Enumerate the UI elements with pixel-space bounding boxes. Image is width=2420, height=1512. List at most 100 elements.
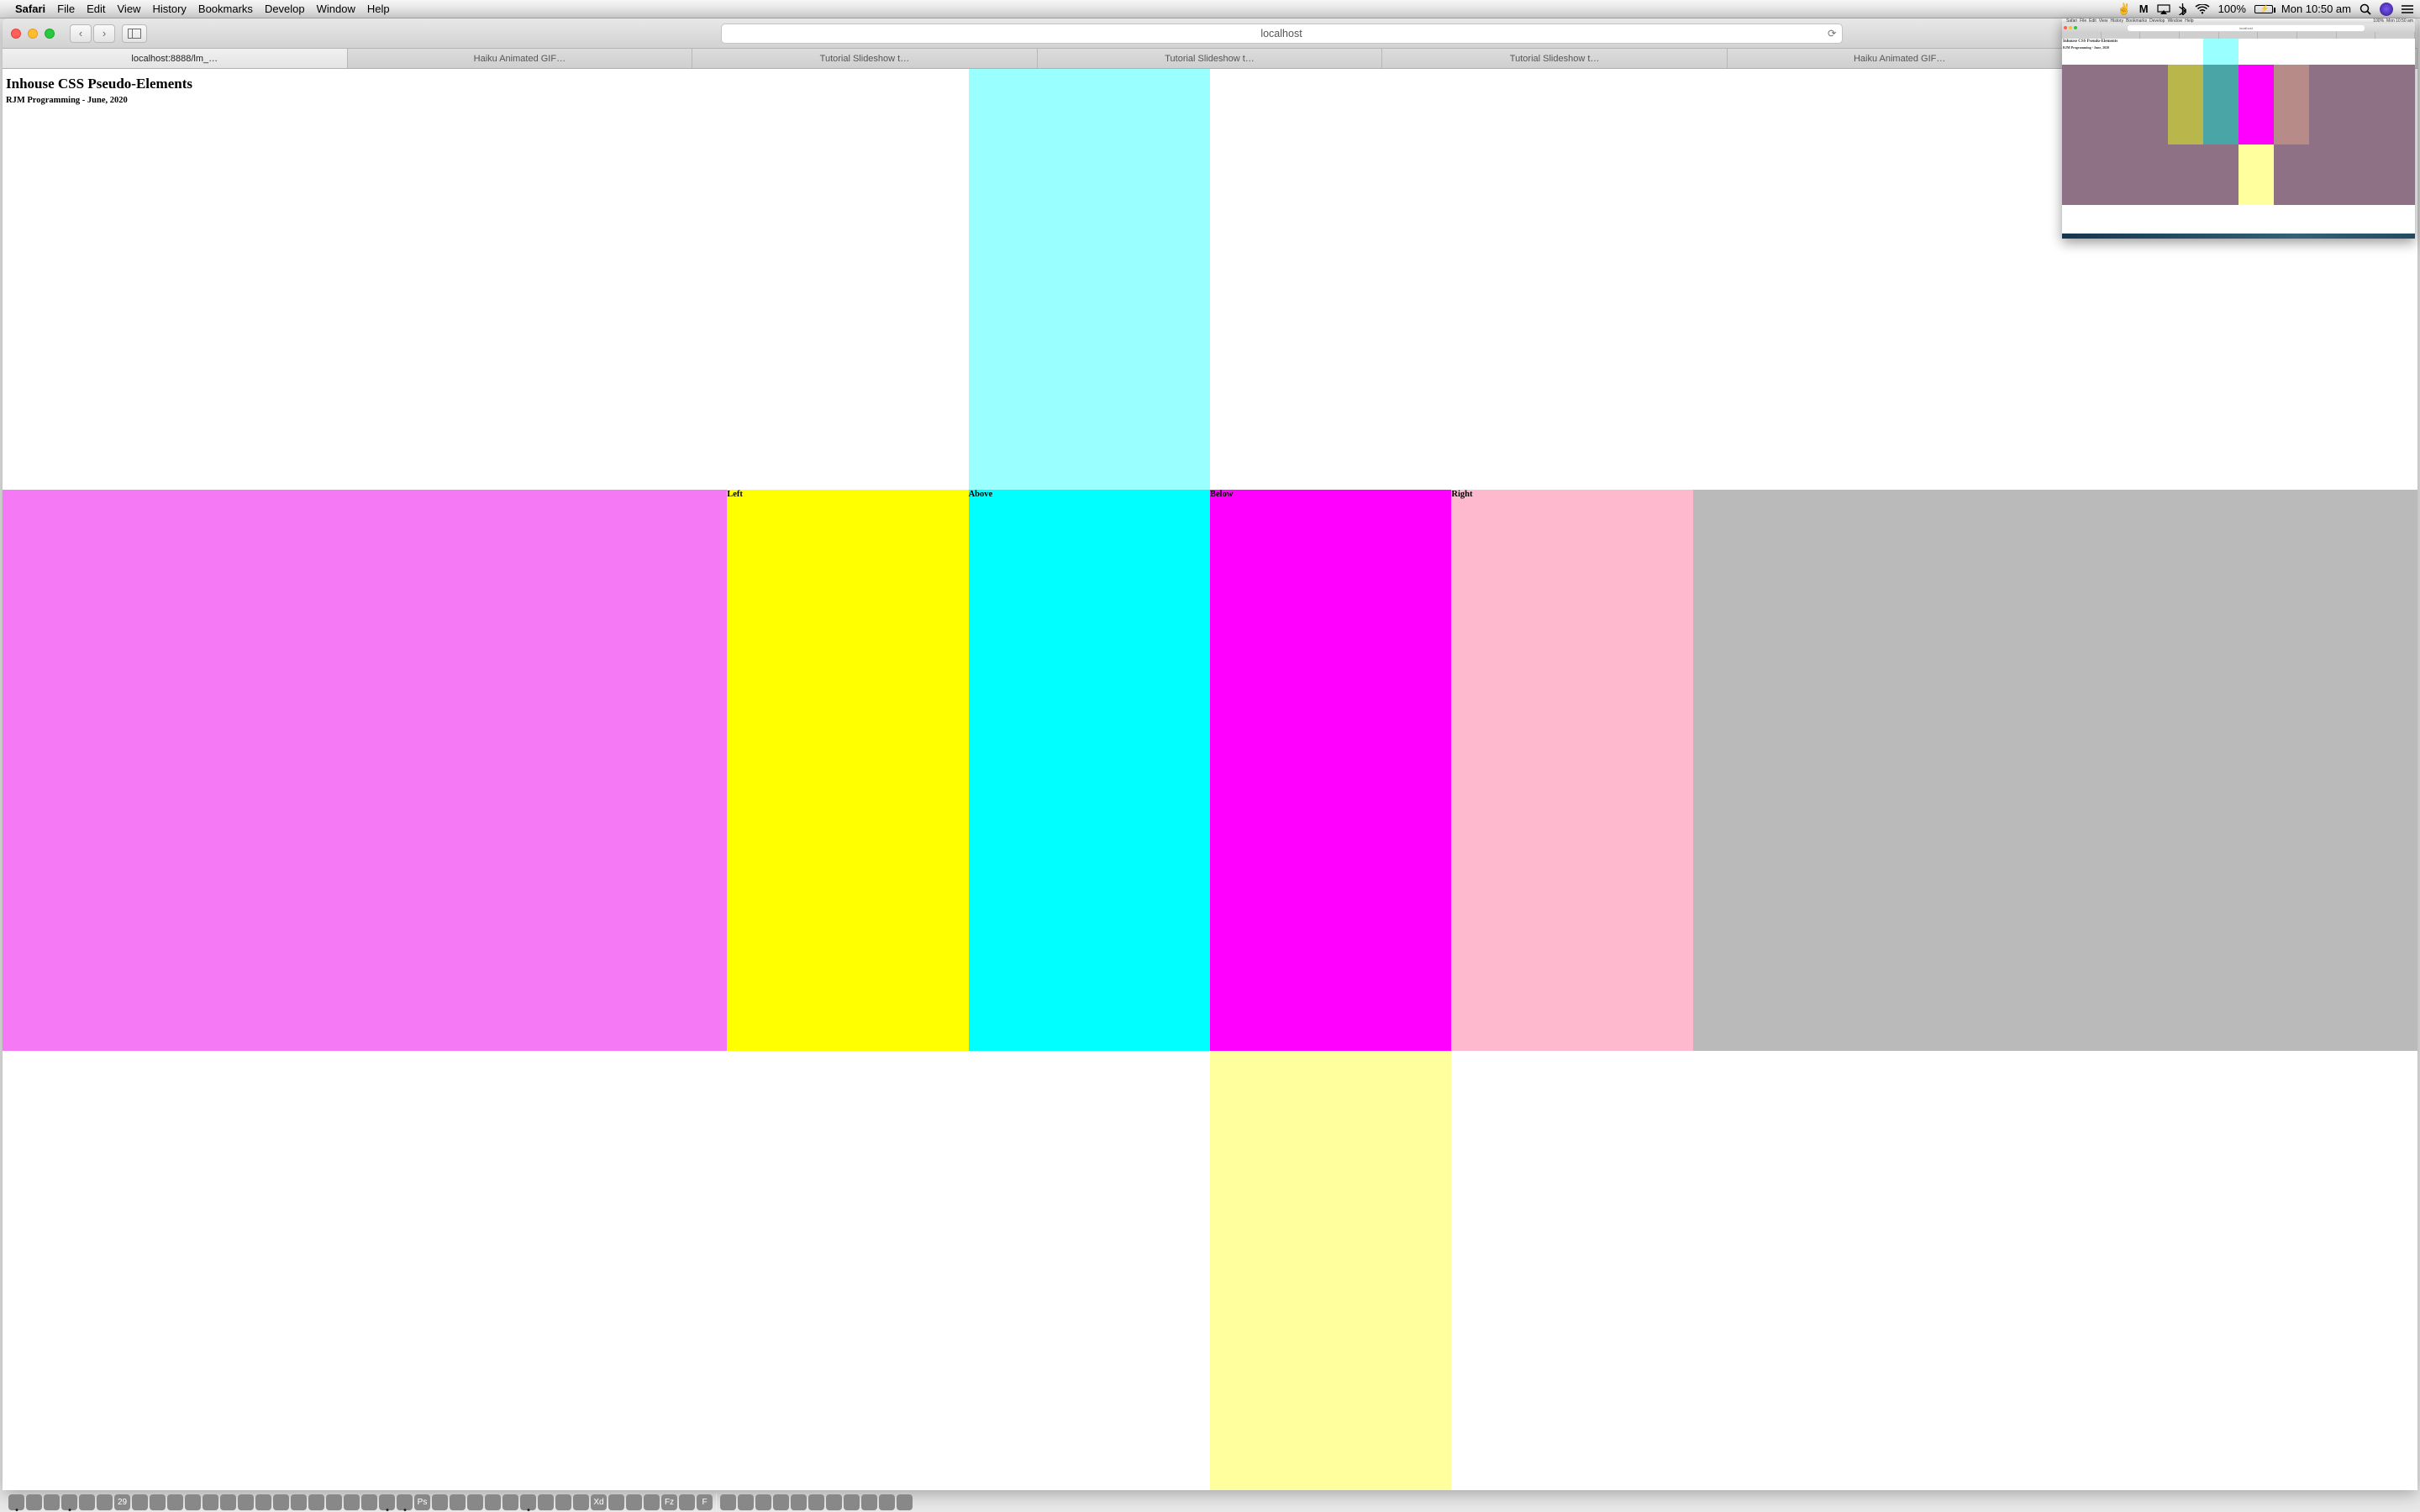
menu-edit[interactable]: Edit — [87, 3, 105, 15]
status-airplay-icon[interactable] — [2157, 4, 2170, 14]
dock-no-entry[interactable] — [291, 1494, 307, 1510]
overlay-page: Inhouse CSS Pseudo-Elements RJM Programm… — [2062, 39, 2415, 239]
dock-separator — [716, 1494, 717, 1510]
dock-app7[interactable] — [555, 1494, 571, 1510]
screen-mirror-overlay[interactable]: Safari File Edit View History Bookmarks … — [2062, 18, 2415, 239]
safari-toolbar: ‹ › localhost ⟳ — [3, 18, 2417, 49]
region-left — [727, 490, 968, 1051]
menu-file[interactable]: File — [57, 3, 75, 15]
dock-trash[interactable] — [897, 1494, 913, 1510]
dock-visual-studio[interactable] — [97, 1494, 113, 1510]
menu-history[interactable]: History — [152, 3, 186, 15]
dock-filezilla[interactable]: Fz — [661, 1494, 677, 1510]
dock-quicklook[interactable] — [720, 1494, 736, 1510]
page-subtitle: RJM Programming - June, 2020 — [3, 96, 2417, 112]
dock-appstore[interactable] — [326, 1494, 342, 1510]
overlay-tab-2 — [2140, 32, 2180, 39]
label-above: Above — [969, 490, 993, 499]
dock-app-r3[interactable] — [773, 1494, 789, 1510]
tab-1[interactable]: Haiku Animated GIF… — [348, 49, 693, 68]
status-clock[interactable]: Mon 10:50 am — [2281, 3, 2351, 15]
dock-paint[interactable] — [485, 1494, 501, 1510]
overlay-tab-4 — [2219, 32, 2259, 39]
dock-app10[interactable] — [626, 1494, 642, 1510]
url-bar[interactable]: localhost ⟳ — [721, 24, 1843, 44]
dock-messages[interactable] — [220, 1494, 236, 1510]
dock-maps[interactable] — [238, 1494, 254, 1510]
reload-icon[interactable]: ⟳ — [1828, 27, 1836, 39]
url-text: localhost — [1260, 28, 1302, 39]
menu-window[interactable]: Window — [317, 3, 355, 15]
sidebar-button[interactable] — [122, 24, 147, 43]
tab-0[interactable]: localhost:8888/lm_… — [3, 49, 348, 68]
dock-keynote[interactable] — [273, 1494, 289, 1510]
dock-app13[interactable]: F — [697, 1494, 713, 1510]
status-notifications-icon[interactable] — [2402, 4, 2413, 14]
mac-menubar: Safari File Edit View History Bookmarks … — [0, 0, 2420, 18]
overlay-tab-6 — [2297, 32, 2337, 39]
dock-calendar[interactable]: 29 — [114, 1494, 130, 1510]
status-siri-icon[interactable] — [2380, 3, 2393, 16]
dock-app-r5[interactable] — [808, 1494, 824, 1510]
dock-launchpad[interactable] — [44, 1494, 60, 1510]
menu-view[interactable]: View — [118, 3, 141, 15]
dock-app6[interactable] — [538, 1494, 554, 1510]
overlay-toolbar: localhost — [2062, 24, 2415, 32]
label-below: Below — [1210, 490, 1233, 499]
dock-skype[interactable] — [167, 1494, 183, 1510]
tab-3[interactable]: Tutorial Slideshow t… — [1038, 49, 1383, 68]
dock-opera[interactable] — [432, 1494, 448, 1510]
dock-app4[interactable] — [467, 1494, 483, 1510]
page-title: Inhouse CSS Pseudo-Elements — [3, 69, 2417, 96]
dock-app5[interactable] — [502, 1494, 518, 1510]
window-close-button[interactable] — [11, 29, 21, 39]
dock-app-r1[interactable] — [738, 1494, 754, 1510]
menu-develop[interactable]: Develop — [265, 3, 305, 15]
dock-notes[interactable] — [132, 1494, 148, 1510]
dock-app-r7[interactable] — [844, 1494, 860, 1510]
tab-2[interactable]: Tutorial Slideshow t… — [692, 49, 1038, 68]
menubar-appname[interactable]: Safari — [15, 3, 45, 15]
window-minimize-button[interactable] — [28, 29, 38, 39]
overlay-url: localhost — [2128, 25, 2365, 31]
dock-app1[interactable] — [344, 1494, 360, 1510]
dock-photoshop[interactable]: Ps — [414, 1494, 430, 1510]
status-spotlight-icon[interactable] — [2360, 3, 2371, 15]
dock-app11[interactable] — [644, 1494, 660, 1510]
dock-photos[interactable] — [185, 1494, 201, 1510]
dock-preview[interactable] — [79, 1494, 95, 1510]
dock-numbers[interactable] — [255, 1494, 271, 1510]
forward-button[interactable]: › — [93, 24, 115, 43]
overlay-tab-0 — [2062, 32, 2102, 39]
menu-help[interactable]: Help — [367, 3, 390, 15]
window-controls — [11, 29, 55, 39]
dock-app12[interactable] — [679, 1494, 695, 1510]
status-m-icon[interactable]: M — [2139, 3, 2149, 15]
tab-4[interactable]: Tutorial Slideshow t… — [1382, 49, 1728, 68]
status-peace-icon[interactable]: ✌ — [2118, 3, 2131, 16]
overlay-tab-8 — [2375, 32, 2415, 39]
safari-window: ‹ › localhost ⟳ localhost:8888/lm_…Haiku… — [3, 18, 2417, 1490]
status-wifi-icon[interactable] — [2195, 4, 2210, 14]
dock-app-r6[interactable] — [826, 1494, 842, 1510]
dock-app3[interactable] — [450, 1494, 466, 1510]
dock-app-r8[interactable] — [861, 1494, 877, 1510]
dock-iwork[interactable] — [203, 1494, 218, 1510]
dock-textedit[interactable] — [150, 1494, 166, 1510]
window-zoom-button[interactable] — [45, 29, 55, 39]
region-left-extend — [3, 490, 727, 1051]
dock-app8[interactable] — [573, 1494, 589, 1510]
back-button[interactable]: ‹ — [70, 24, 92, 43]
dock-app-r4[interactable] — [791, 1494, 807, 1510]
dock-app-r2[interactable] — [755, 1494, 771, 1510]
dock-app2[interactable] — [361, 1494, 377, 1510]
status-battery-icon[interactable]: ⚡ — [2254, 5, 2273, 13]
status-bluetooth-icon[interactable] — [2179, 3, 2186, 15]
dock-itunes[interactable] — [308, 1494, 324, 1510]
dock-app-r9[interactable] — [879, 1494, 895, 1510]
dock-app9[interactable] — [608, 1494, 624, 1510]
menu-bookmarks[interactable]: Bookmarks — [198, 3, 253, 15]
dock-dashboard[interactable] — [26, 1494, 42, 1510]
tab-5[interactable]: Haiku Animated GIF… — [1728, 49, 2073, 68]
dock-xd[interactable]: Xd — [591, 1494, 607, 1510]
